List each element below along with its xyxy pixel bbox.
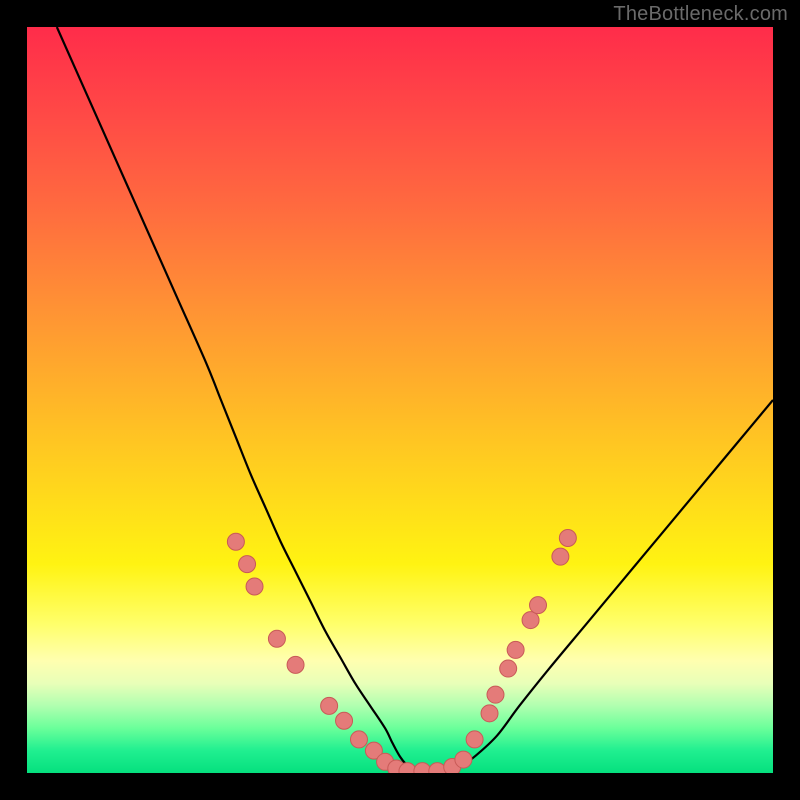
plot-area: [27, 27, 773, 773]
data-marker: [481, 705, 498, 722]
data-marker: [444, 759, 461, 773]
bottleneck-curve: [27, 27, 773, 773]
watermark-text: TheBottleneck.com: [613, 3, 788, 26]
data-marker: [414, 763, 431, 773]
data-marker: [321, 697, 338, 714]
data-marker: [487, 686, 504, 703]
data-marker: [552, 548, 569, 565]
curve-path: [57, 27, 773, 771]
data-marker: [429, 763, 446, 773]
data-marker: [377, 753, 394, 770]
data-marker: [287, 656, 304, 673]
data-marker: [466, 731, 483, 748]
data-marker: [388, 760, 405, 773]
data-marker: [559, 530, 576, 547]
data-marker: [350, 731, 367, 748]
data-marker: [399, 763, 416, 773]
marker-layer: [227, 530, 576, 773]
data-marker: [336, 712, 353, 729]
data-marker: [530, 597, 547, 614]
data-marker: [507, 641, 524, 658]
data-marker: [268, 630, 285, 647]
chart-frame: TheBottleneck.com: [0, 0, 800, 800]
data-marker: [365, 742, 382, 759]
data-marker: [239, 556, 256, 573]
data-marker: [522, 612, 539, 629]
data-marker: [227, 533, 244, 550]
data-marker: [455, 751, 472, 768]
data-marker: [500, 660, 517, 677]
data-marker: [246, 578, 263, 595]
